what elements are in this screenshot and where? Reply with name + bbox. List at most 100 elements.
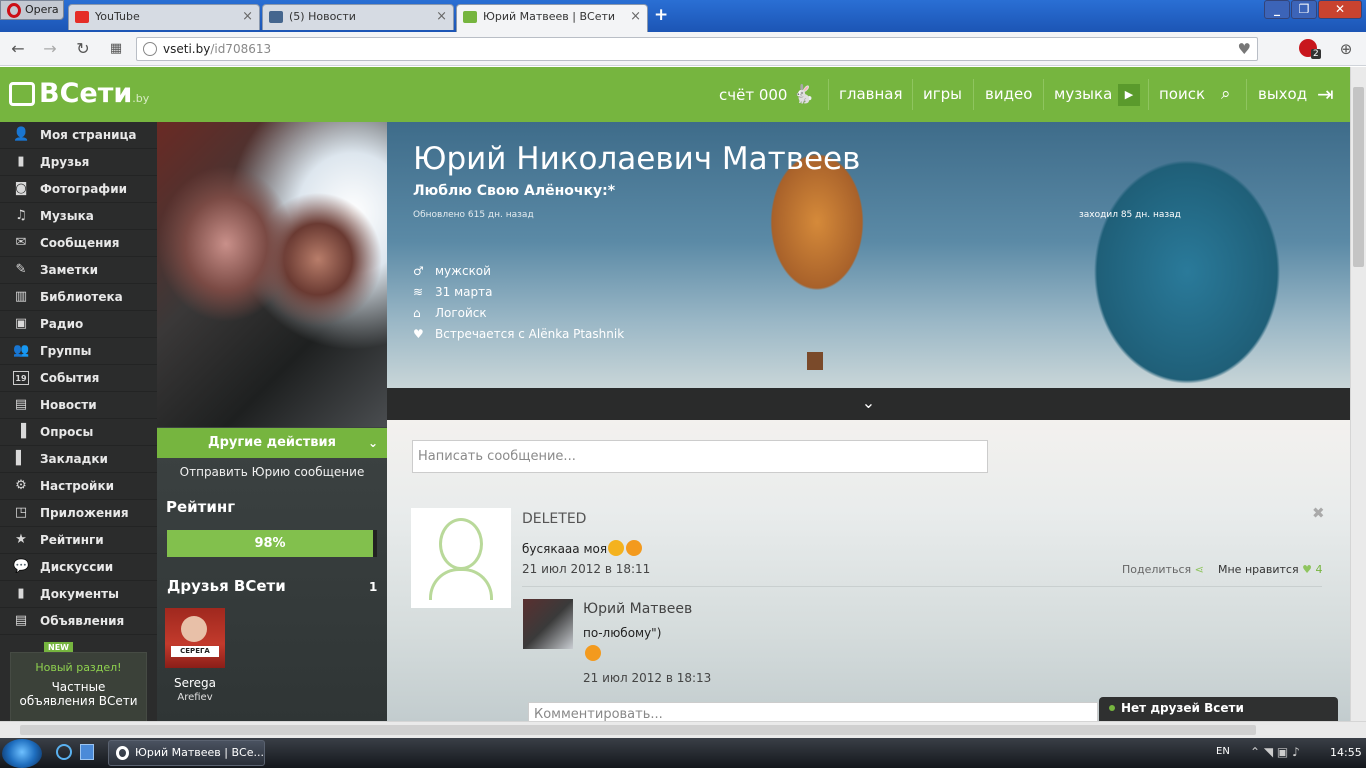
speed-dial-icon[interactable]: ▦ [107,40,125,58]
gear-icon: ⚙ [15,478,27,493]
apps-icon: ◳ [14,505,28,520]
reply-text: по-любому") [583,626,662,640]
tab-close-button[interactable]: × [242,5,253,29]
nav-search[interactable]: поиск [1159,67,1205,122]
maximize-button[interactable]: ❐ [1291,0,1317,19]
friends-title[interactable]: Друзья ВСети [167,577,286,595]
tab-youtube[interactable]: YouTube × [68,4,260,30]
explorer-icon[interactable] [80,744,94,760]
wall: Написать сообщение... DELETED ✖ бусякааа… [387,420,1350,726]
horizontal-scrollbar[interactable] [0,721,1366,738]
send-message-link[interactable]: Отправить Юрию сообщение [157,465,387,479]
nav-separator [828,79,829,110]
horizontal-scroll-thumb[interactable] [20,725,1256,735]
like-button[interactable]: Мне нравится ♥ 4 [1218,563,1322,576]
friend-avatar[interactable]: СЕРЕГА [165,608,225,668]
sidebar-item-settings[interactable]: ⚙ Настройки [0,473,157,500]
rabbit-icon: 🐇 [792,84,815,105]
share-link[interactable]: Поделиться ⋖ [1122,563,1204,576]
other-actions-button[interactable]: Другие действия ⌄ [157,428,387,458]
nav-games[interactable]: игры [923,67,962,122]
write-message-input[interactable]: Написать сообщение... [412,440,988,473]
address-bar[interactable]: vseti.by/id708613 ♥ [136,37,1258,61]
share-icon: ⋖ [1194,563,1204,576]
sidebar-item-music[interactable]: ♫ Музыка [0,203,157,230]
post-author-avatar[interactable] [411,508,511,608]
site-info-icon[interactable] [143,42,157,56]
language-indicator[interactable]: EN [1216,746,1230,757]
site-header: ВСети.by счёт 000 🐇 главная игры видео м… [0,67,1350,122]
reply-date[interactable]: 21 июл 2012 в 18:13 [583,671,711,685]
profile-photo[interactable] [157,122,387,427]
sidebar-item-friends[interactable]: ▮ Друзья [0,149,157,176]
minimize-button[interactable]: _ [1264,0,1290,19]
url-host: vseti.by [163,42,211,56]
logout-icon[interactable]: ⇥ [1317,67,1334,122]
vk-icon [269,11,283,23]
friend-last-name[interactable]: Arefiev [157,692,233,703]
vertical-scroll-thumb[interactable] [1353,87,1364,267]
vertical-scrollbar[interactable] [1350,67,1366,721]
sidebar-item-documents[interactable]: ▮ Документы [0,581,157,608]
download-icon[interactable]: ⊕ [1337,40,1355,58]
sidebar-item-label: Объявления [40,614,125,628]
browser-toolbar: ← → ↻ ▦ vseti.by/id708613 ♥ 2 ⊕ [0,32,1366,66]
info-text: мужской [435,264,491,278]
nav-home[interactable]: главная [839,67,903,122]
new-section-promo[interactable]: Новый раздел! Частные объявления ВСети [10,652,147,722]
sidebar-item-photos[interactable]: ◙ Фотографии [0,176,157,203]
reply-author[interactable]: Юрий Матвеев [583,601,692,617]
post-author[interactable]: DELETED [522,511,586,527]
user-icon: 👤 [13,127,30,142]
sidebar-item-polls[interactable]: ▐ Опросы [0,419,157,446]
nav-score[interactable]: счёт 000 🐇 [719,67,815,122]
tab-close-button[interactable]: × [630,5,641,29]
opera-logo-icon [7,3,21,18]
sidebar-item-my-page[interactable]: 👤 Моя страница [0,122,157,149]
back-icon[interactable]: ← [9,40,27,58]
nav-music[interactable]: музыка [1054,67,1112,122]
post-divider [522,586,1322,587]
like-count: 4 [1315,563,1323,576]
bookmark-heart-icon[interactable]: ♥ [1238,38,1251,60]
close-window-button[interactable]: ✕ [1318,0,1362,19]
new-tab-button[interactable]: + [654,5,668,25]
sidebar-item-messages[interactable]: ✉ Сообщения [0,230,157,257]
site-logo[interactable]: ВСети.by [9,79,149,114]
sidebar-item-label: Радио [40,317,84,331]
tray-icons[interactable]: ⌃ ◥ ▣ ♪ [1250,745,1300,759]
tab-close-button[interactable]: × [436,5,447,29]
nav-logout[interactable]: выход [1258,67,1307,122]
sidebar-item-radio[interactable]: ▣ Радио [0,311,157,338]
tab-vseti-profile[interactable]: Юрий Матвеев | ВСети × [456,4,648,32]
ie-icon[interactable] [56,744,72,760]
play-icon[interactable]: ▶ [1118,84,1140,106]
sidebar-item-label: Друзья [40,155,90,169]
expand-profile-bar[interactable]: ⌄ [387,388,1350,420]
forward-icon[interactable]: → [41,40,59,58]
sidebar-item-classifieds[interactable]: ▤ ОбъявленияNEW [0,608,157,654]
sidebar-item-groups[interactable]: 👥 Группы [0,338,157,365]
nav-video[interactable]: видео [985,67,1032,122]
sidebar-item-notes[interactable]: ✎ Заметки [0,257,157,284]
sidebar-item-bookmarks[interactable]: ▌ Закладки [0,446,157,473]
opera-menu-button[interactable]: Opera [0,0,64,20]
reply-author-avatar[interactable] [523,599,573,649]
reload-icon[interactable]: ↻ [74,40,92,58]
info-relationship[interactable]: ♥ Встречается с Alёnka Ptashnik [413,324,624,345]
chat-widget[interactable]: Нет друзей Всети [1099,697,1338,721]
clock[interactable]: 14:55 [1330,746,1362,759]
post-date[interactable]: 21 июл 2012 в 18:11 [522,562,650,576]
sidebar-item-apps[interactable]: ◳ Приложения [0,500,157,527]
sidebar-item-news[interactable]: ▤ Новости [0,392,157,419]
sidebar-item-discussions[interactable]: 💬 Дискуссии [0,554,157,581]
sidebar-item-events[interactable]: 19 События [0,365,157,392]
start-button[interactable] [2,739,42,768]
tab-vk-news[interactable]: (5) Новости × [262,4,454,30]
sidebar-item-ratings[interactable]: ★ Рейтинги [0,527,157,554]
delete-post-icon[interactable]: ✖ [1312,504,1325,522]
taskbar-opera-window[interactable]: Юрий Матвеев | ВСе... [108,740,265,766]
search-icon[interactable]: ⌕ [1221,67,1231,122]
sidebar-item-library[interactable]: ▥ Библиотека [0,284,157,311]
friend-first-name[interactable]: Serega [157,676,233,690]
